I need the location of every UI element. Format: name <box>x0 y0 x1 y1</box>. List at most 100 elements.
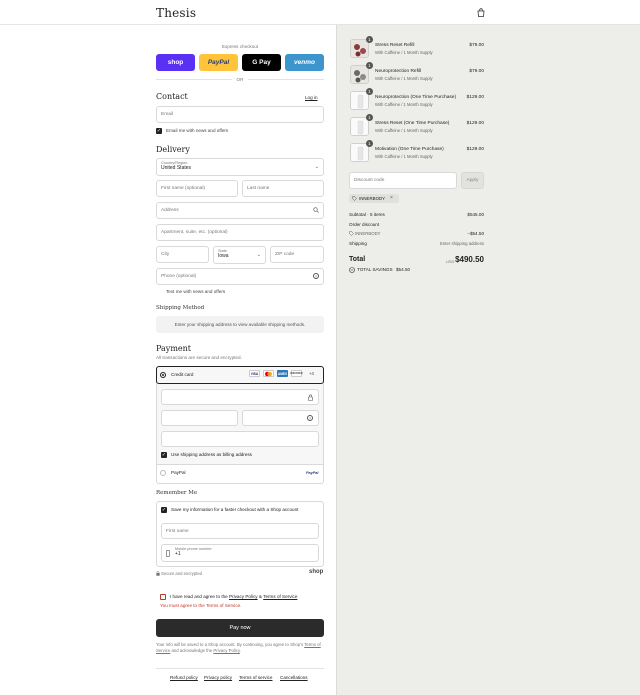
paypal-button[interactable]: PayPal <box>199 54 238 71</box>
security-code-field[interactable]: ? <box>242 410 319 426</box>
total-savings-value: $54.50 <box>396 267 411 272</box>
order-discount-value: −$54.50 <box>467 231 484 236</box>
total-savings-label: TOTAL SAVINGS <box>357 267 393 272</box>
brand-logo[interactable]: Thesis <box>156 6 196 20</box>
save-info-checkbox[interactable]: ✓ <box>161 507 167 513</box>
expiration-field[interactable] <box>161 410 238 426</box>
apply-button[interactable]: Apply <box>461 172 484 189</box>
paypal-radio[interactable] <box>160 470 166 476</box>
footer-divider <box>156 668 324 669</box>
shop-pay-button[interactable]: shop <box>156 54 195 71</box>
google-pay-button[interactable]: G Pay <box>242 54 281 71</box>
apartment-field[interactable]: Apartment, suite, etc. (optional) <box>156 224 324 241</box>
discount-code-placeholder: Discount code <box>354 178 385 183</box>
country-select[interactable]: Country/Region United States ⌄ <box>156 158 324 176</box>
header: Thesis <box>0 0 640 25</box>
total-value: $490.50 <box>455 255 484 264</box>
google-pay-label: G Pay <box>252 59 271 66</box>
item-variant: With Caffeine / 1 Month Supply <box>375 128 433 133</box>
login-link[interactable]: Log in <box>305 95 318 100</box>
chevron-down-icon: ⌄ <box>314 164 319 170</box>
help-icon[interactable]: ? <box>307 415 313 421</box>
order-discount-label: Order discount <box>349 222 380 227</box>
quantity-badge: 1 <box>366 114 373 121</box>
terms-ampersand: & <box>258 594 262 599</box>
country-value: United States <box>161 165 192 171</box>
item-price: $129.00 <box>466 147 484 152</box>
last-name-field[interactable]: Last name <box>242 180 324 197</box>
amex-icon: AMEX <box>277 370 288 377</box>
item-name: Motivation (One Time Purchase) <box>375 147 444 152</box>
remove-discount-icon[interactable]: × <box>390 195 393 201</box>
item-price: $129.00 <box>466 121 484 126</box>
credit-card-label: Credit card <box>171 372 194 377</box>
shopping-bag-icon[interactable] <box>477 8 485 17</box>
item-variant: With Caffeine / 1 Month Supply <box>375 102 433 107</box>
text-checkbox-label: Text me with news and offers <box>166 289 226 294</box>
item-name: Stress Reset Refill <box>375 43 415 48</box>
mobile-phone-field[interactable]: Mobile phone number +1 <box>161 544 319 562</box>
or-separator: OR <box>236 77 244 82</box>
terms-checkbox[interactable] <box>160 594 166 600</box>
first-name-field[interactable]: First name (optional) <box>156 180 238 197</box>
shop-logo: shop <box>309 569 324 575</box>
news-checkbox[interactable]: ✓ <box>156 128 162 134</box>
email-placeholder: Email <box>161 112 173 117</box>
city-field[interactable]: City <box>156 246 209 263</box>
phone-icon <box>166 550 170 559</box>
disclaimer-text: Your info will be saved to a Shop accoun… <box>156 642 304 647</box>
more-cards-count: +4 <box>309 371 314 376</box>
terms-of-service-link[interactable]: Terms of service <box>239 675 272 680</box>
address-field[interactable]: Address <box>156 202 324 219</box>
city-placeholder: City <box>161 252 170 257</box>
card-number-field[interactable] <box>161 389 319 405</box>
phone-field[interactable]: Phone (optional) ? <box>156 268 324 285</box>
venmo-label: venmo <box>294 59 315 66</box>
cancellations-link[interactable]: Cancellations <box>280 675 308 680</box>
payment-divider <box>157 464 323 465</box>
item-price: $79.00 <box>469 43 484 48</box>
refund-policy-link[interactable]: Refund policy <box>170 675 198 680</box>
shop-disclaimer: Your info will be saved to a Shop accoun… <box>156 642 326 654</box>
text-checkbox[interactable] <box>156 289 162 295</box>
secure-encrypted-label: Secure and encrypted <box>161 571 202 576</box>
venmo-button[interactable]: venmo <box>285 54 324 71</box>
paypal-label: PayPal <box>207 59 230 66</box>
discount-tag-label: INNERBODY <box>359 196 386 201</box>
tag-icon <box>349 231 354 238</box>
subtotal-value: $545.00 <box>467 212 484 217</box>
shipping-value: Enter shipping address <box>440 241 484 246</box>
email-field[interactable]: Email <box>156 106 324 123</box>
item-name: Neuroprotection (One Time Purchase) <box>375 95 457 100</box>
subtotal-label: Subtotal · 5 items <box>349 212 385 217</box>
remember-me-heading: Remember Me <box>156 490 198 496</box>
mobile-phone-value: +1 <box>175 551 181 557</box>
state-value: Iowa <box>218 253 229 259</box>
zip-field[interactable]: ZIP code <box>270 246 324 263</box>
tag-icon <box>352 196 357 203</box>
help-icon[interactable]: ? <box>313 273 319 279</box>
credit-card-radio[interactable] <box>160 372 166 378</box>
save-info-label: Save my information for a faster checkou… <box>171 507 299 512</box>
contact-heading: Contact <box>156 92 188 101</box>
disclaimer-privacy-link[interactable]: Privacy Policy <box>213 648 239 653</box>
discount-code-field[interactable]: Discount code <box>349 172 457 189</box>
item-name: Neuroprotection Refill <box>375 69 422 74</box>
divider-right <box>248 79 324 80</box>
chevron-down-icon: ⌄ <box>256 252 261 258</box>
privacy-policy-link[interactable]: Privacy policy <box>204 675 232 680</box>
item-variant: With Caffeine / 1 Month Supply <box>375 76 433 81</box>
terms-tos-link[interactable]: Terms of Service <box>263 594 297 599</box>
shipping-method-heading: Shipping Method <box>156 305 205 311</box>
terms-privacy-link[interactable]: Privacy Policy <box>229 594 258 599</box>
zip-placeholder: ZIP code <box>275 252 295 257</box>
shop-first-name-field[interactable]: First name <box>161 523 319 539</box>
billing-address-checkbox[interactable]: ✓ <box>161 452 167 458</box>
name-on-card-field[interactable] <box>161 431 319 447</box>
item-price: $79.00 <box>469 69 484 74</box>
terms-agree-prefix: I have read and agree to the <box>170 594 228 599</box>
pay-now-button[interactable]: Pay now <box>156 619 324 637</box>
visa-icon: VISA <box>249 370 260 377</box>
paypal-option-label[interactable]: PayPal <box>171 470 186 475</box>
state-select[interactable]: State Iowa ⌄ <box>213 246 266 264</box>
